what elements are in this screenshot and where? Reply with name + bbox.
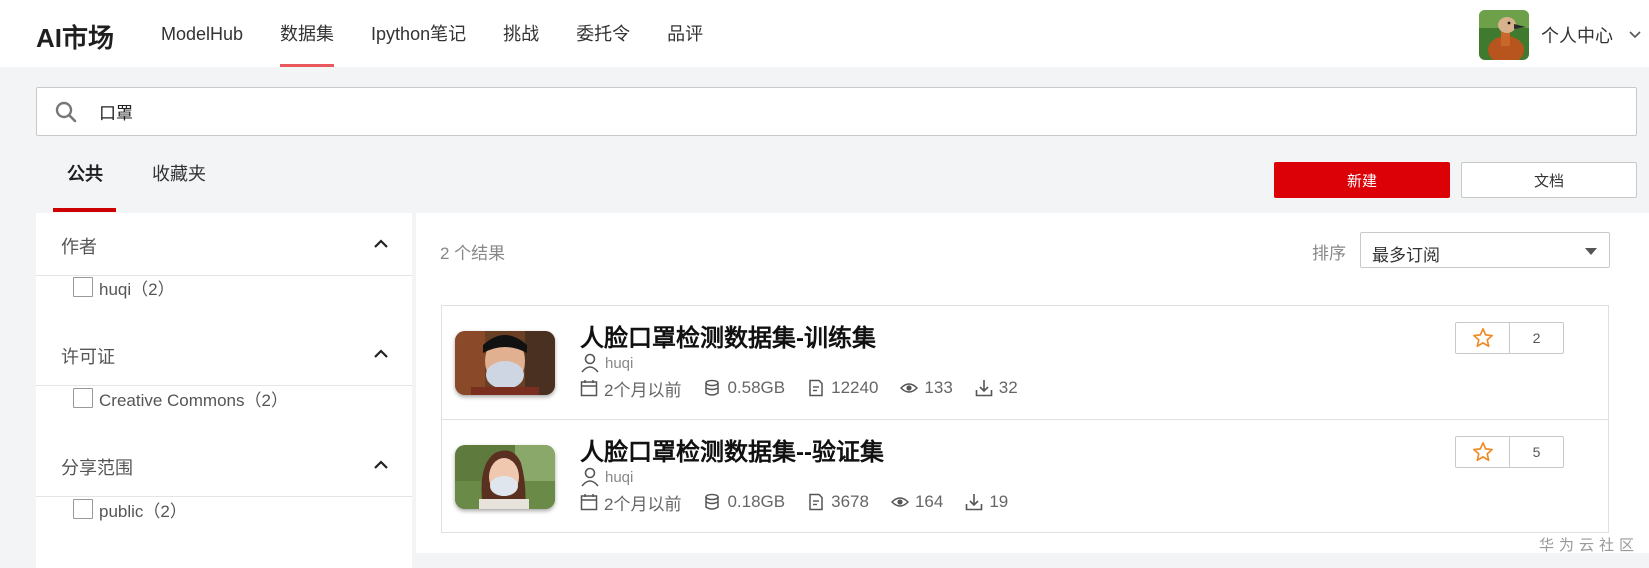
filter-option-scope[interactable]: public（2） [73, 497, 187, 521]
avatar[interactable] [1479, 10, 1529, 60]
tab-favorites[interactable]: 收藏夹 [152, 160, 206, 212]
star-count: 5 [1532, 444, 1541, 460]
meta-downloads-value: 32 [998, 378, 1018, 397]
dataset-title[interactable]: 人脸口罩检测数据集-训练集 [580, 318, 876, 353]
filter-option-label: huqi（2） [99, 279, 175, 299]
dataset-thumbnail[interactable] [455, 445, 555, 509]
eye-icon [900, 383, 919, 393]
sort-select[interactable]: 最多订阅 [1360, 232, 1610, 268]
nav-item-commission[interactable]: 委托令 [576, 0, 630, 67]
chevron-up-icon[interactable] [372, 235, 390, 253]
meta-size: 0.18GB [703, 492, 785, 512]
app-logo[interactable]: AI市场 [36, 18, 114, 55]
filter-title-scope: 分享范围 [61, 458, 133, 478]
nav-item-challenge[interactable]: 挑战 [503, 0, 539, 67]
meta-downloads-value: 19 [989, 492, 1009, 511]
nav-item-ipython[interactable]: Ipython笔记 [371, 0, 466, 67]
dataset-author[interactable]: huqi [580, 466, 633, 488]
filter-panel: 作者 huqi（2） 许可证 Creative Commons（2） 分享范围 … [36, 213, 412, 568]
dataset-card: 人脸口罩检测数据集--验证集 huqi 2个月以前 0.18GB 3678 16… [442, 419, 1608, 532]
star-icon [1472, 442, 1493, 462]
dataset-meta: 2个月以前 0.18GB 3678 164 19 [580, 490, 1030, 514]
meta-downloads: 19 [965, 492, 1008, 512]
star-widget: 5 [1455, 436, 1564, 468]
download-icon [966, 494, 983, 511]
meta-files: 3678 [807, 492, 869, 512]
chevron-up-icon[interactable] [372, 345, 390, 363]
main-nav: ModelHub 数据集 Ipython笔记 挑战 委托令 品评 [161, 0, 740, 67]
results-panel: 2 个结果 排序 最多订阅 人脸口罩检测数据集-训练集 huqi 2个月以前 0… [416, 213, 1649, 553]
database-icon [705, 379, 720, 396]
star-widget: 2 [1455, 322, 1564, 354]
star-button[interactable] [1456, 437, 1510, 467]
chevron-down-icon[interactable] [1625, 25, 1645, 45]
nav-item-modelhub[interactable]: ModelHub [161, 0, 243, 67]
file-icon [809, 379, 823, 397]
database-icon [705, 493, 720, 510]
search-bar [36, 87, 1637, 136]
meta-files-value: 3678 [831, 492, 869, 511]
meta-files: 12240 [807, 378, 878, 398]
star-icon [1472, 328, 1493, 348]
result-count: 2 个结果 [440, 244, 506, 263]
top-nav-bar: AI市场 ModelHub 数据集 Ipython笔记 挑战 委托令 品评 个人… [0, 0, 1649, 67]
filter-header-author[interactable]: 作者 [36, 213, 412, 276]
meta-size-value: 0.18GB [727, 492, 786, 511]
meta-files-value: 12240 [831, 378, 879, 397]
filter-title-author: 作者 [61, 237, 97, 257]
user-menu[interactable]: 个人中心 [1479, 10, 1649, 60]
author-name: huqi [605, 354, 634, 372]
dataset-meta: 2个月以前 0.58GB 12240 133 32 [580, 376, 1040, 400]
meta-views-value: 133 [924, 378, 953, 397]
calendar-icon [580, 494, 598, 511]
user-center-label[interactable]: 个人中心 [1541, 22, 1613, 48]
dataset-thumbnail[interactable] [455, 331, 555, 395]
dataset-list: 人脸口罩检测数据集-训练集 huqi 2个月以前 0.58GB 12240 13… [441, 305, 1609, 533]
filter-header-scope[interactable]: 分享范围 [36, 434, 412, 497]
meta-time: 2个月以前 [580, 490, 681, 515]
meta-time-value: 2个月以前 [604, 380, 682, 400]
user-icon [581, 467, 599, 487]
new-button[interactable]: 新建 [1274, 162, 1450, 198]
filter-option-license[interactable]: Creative Commons（2） [73, 386, 288, 410]
dataset-card: 人脸口罩检测数据集-训练集 huqi 2个月以前 0.58GB 12240 13… [442, 306, 1608, 419]
star-button[interactable] [1456, 323, 1510, 353]
dataset-title[interactable]: 人脸口罩检测数据集--验证集 [580, 432, 884, 467]
search-input[interactable] [99, 88, 1599, 135]
meta-size-value: 0.58GB [727, 378, 786, 397]
watermark: 华为云社区 [1538, 537, 1639, 554]
file-icon [809, 493, 823, 511]
sort-label: 排序 [1312, 244, 1346, 263]
download-icon [975, 380, 993, 397]
meta-time-value: 2个月以前 [604, 494, 682, 514]
filter-header-license[interactable]: 许可证 [36, 323, 412, 386]
author-name: huqi [605, 468, 634, 486]
nav-item-datasets[interactable]: 数据集 [280, 0, 335, 67]
chevron-up-icon[interactable] [372, 456, 390, 474]
meta-size: 0.58GB [703, 378, 785, 398]
filter-option-label: Creative Commons（2） [99, 390, 288, 410]
tab-public[interactable]: 公共 [53, 160, 116, 212]
meta-views: 133 [900, 378, 953, 398]
eye-icon [890, 497, 909, 507]
search-icon [55, 101, 77, 123]
user-icon [581, 353, 599, 373]
sort-value: 最多订阅 [1372, 246, 1440, 265]
checkbox[interactable] [73, 499, 93, 519]
star-count: 2 [1532, 330, 1541, 346]
nav-item-review[interactable]: 品评 [667, 0, 703, 67]
checkbox[interactable] [73, 277, 93, 297]
dataset-author[interactable]: huqi [580, 352, 633, 374]
filter-option-author[interactable]: huqi（2） [73, 275, 175, 299]
docs-button[interactable]: 文档 [1461, 162, 1637, 198]
filter-option-label: public（2） [99, 501, 187, 521]
meta-views: 164 [890, 492, 944, 512]
calendar-icon [580, 380, 598, 397]
checkbox[interactable] [73, 388, 93, 408]
meta-time: 2个月以前 [580, 376, 681, 401]
meta-downloads: 32 [975, 378, 1018, 398]
caret-down-icon [1585, 248, 1597, 255]
filter-title-license: 许可证 [61, 347, 115, 367]
meta-views-value: 164 [914, 492, 944, 511]
